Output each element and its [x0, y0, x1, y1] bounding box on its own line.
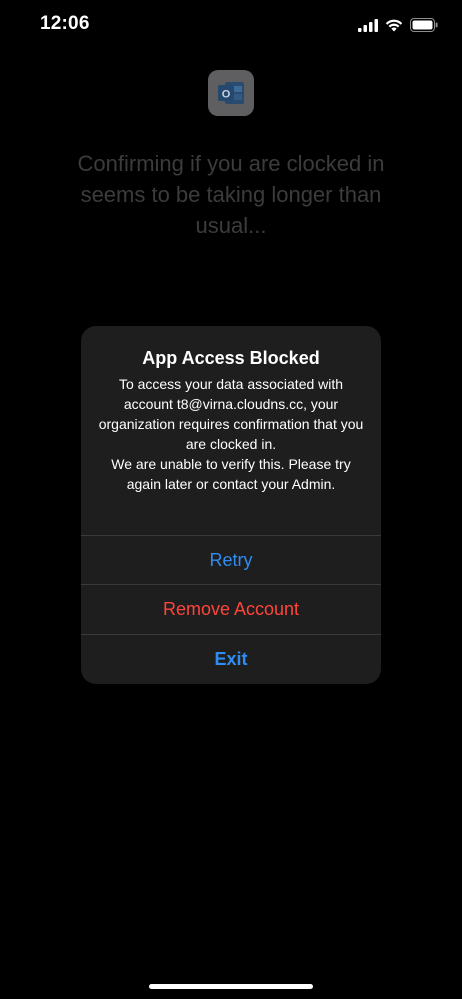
signal-icon [358, 18, 378, 32]
battery-icon [410, 18, 438, 32]
status-icons [358, 16, 438, 34]
alert-body: App Access Blocked To access your data a… [81, 326, 381, 535]
alert-message-line: To access your data associated with acco… [98, 376, 364, 452]
remove-account-button[interactable]: Remove Account [81, 584, 381, 634]
alert-message: To access your data associated with acco… [93, 374, 369, 494]
status-bar: 12:06 [0, 0, 462, 50]
outlook-icon: O [208, 70, 254, 116]
status-time: 12:06 [40, 13, 90, 34]
alert-dialog: App Access Blocked To access your data a… [81, 326, 381, 684]
alert-message-line: We are unable to verify this. Please try… [111, 456, 351, 492]
exit-button[interactable]: Exit [81, 634, 381, 684]
wifi-icon [385, 18, 403, 32]
loading-message: Confirming if you are clocked in seems t… [77, 151, 385, 238]
home-indicator[interactable] [149, 984, 313, 989]
retry-button[interactable]: Retry [81, 535, 381, 585]
alert-title: App Access Blocked [142, 348, 320, 368]
outlook-icon-letter: O [222, 89, 231, 101]
